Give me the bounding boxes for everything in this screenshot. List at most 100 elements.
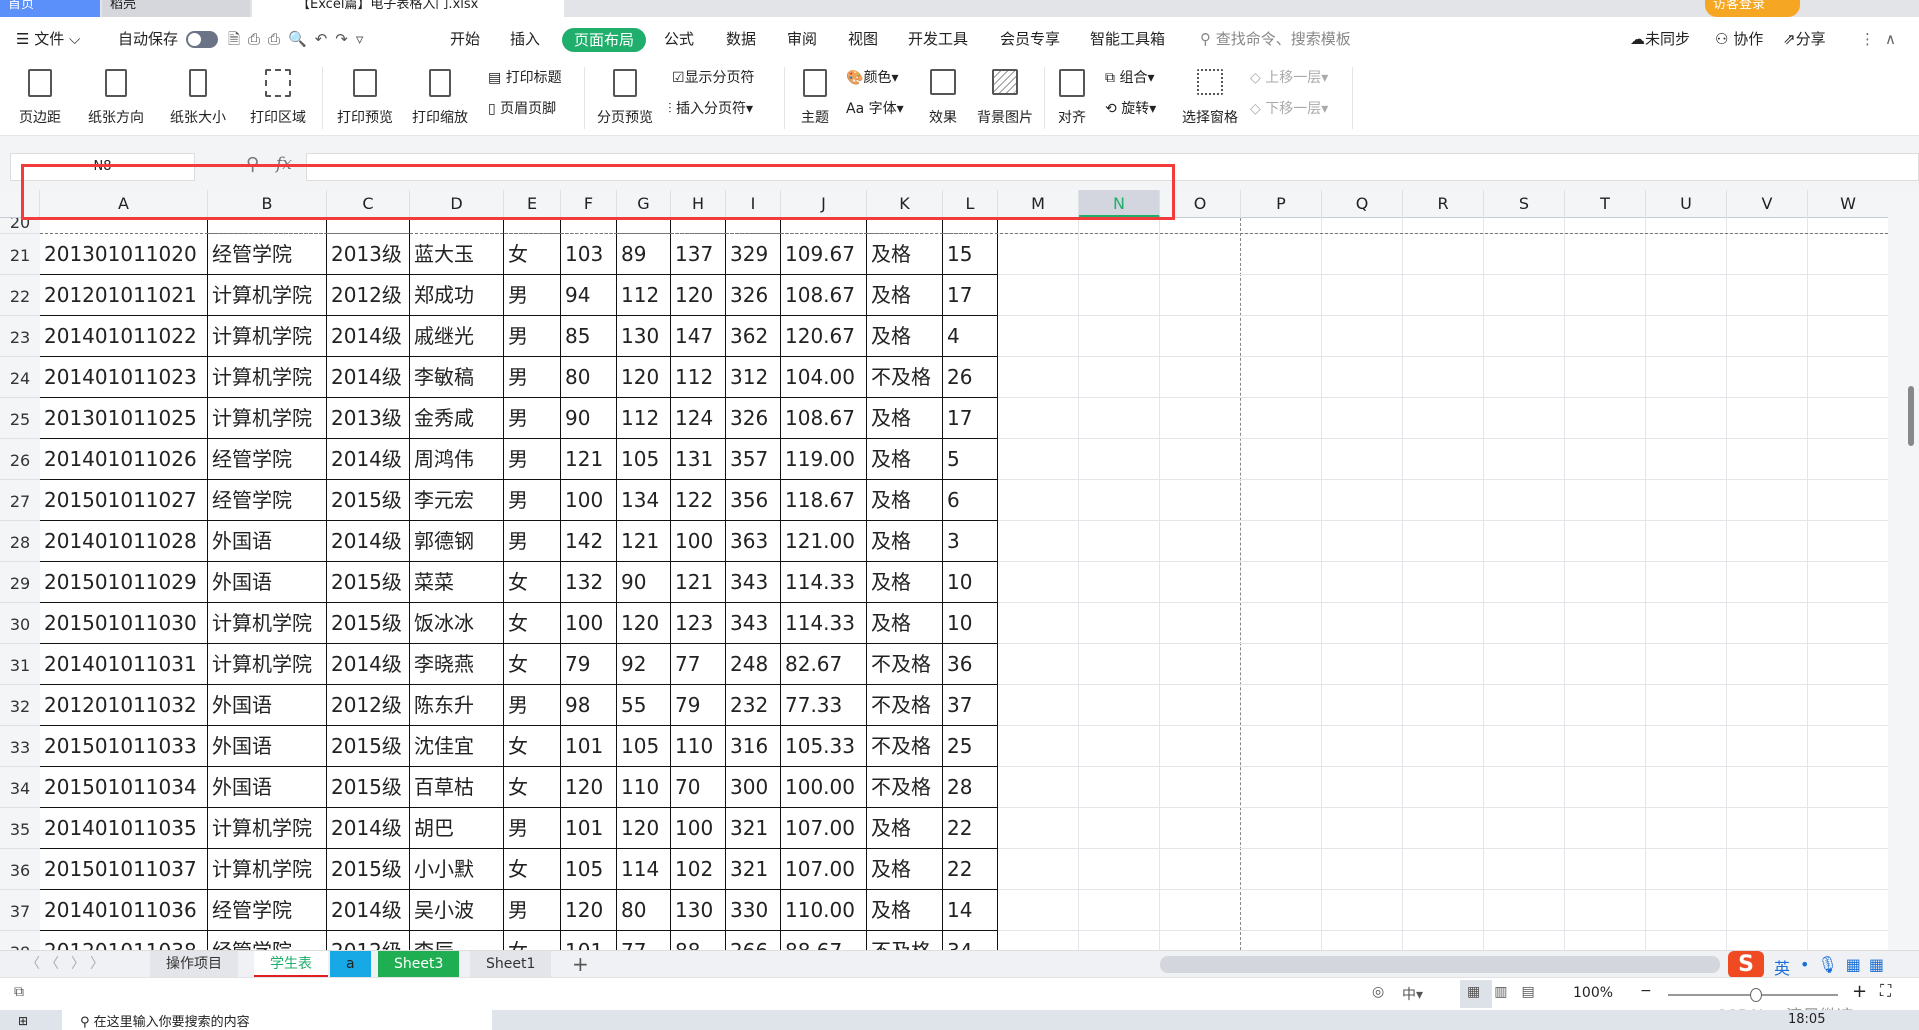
theme-button[interactable]: 主题: [790, 69, 840, 127]
cell-A21[interactable]: 201301011020: [40, 234, 208, 275]
cell-K35[interactable]: 及格: [867, 808, 943, 849]
cell-C26[interactable]: 2014级: [327, 439, 410, 480]
effects-button[interactable]: 效果: [918, 69, 968, 127]
column-header-V[interactable]: V: [1727, 190, 1808, 218]
vertical-scrollbar[interactable]: [1888, 190, 1919, 950]
cell-K22[interactable]: 及格: [867, 275, 943, 316]
row-header[interactable]: 36: [0, 849, 40, 890]
column-header-T[interactable]: T: [1565, 190, 1646, 218]
cell-A37[interactable]: 201401011036: [40, 890, 208, 931]
cell-A22[interactable]: 201201011021: [40, 275, 208, 316]
cell-D38[interactable]: 李辰: [410, 931, 504, 950]
cell-E31[interactable]: 女: [504, 644, 561, 685]
cell-K24[interactable]: 不及格: [867, 357, 943, 398]
cell-A33[interactable]: 201501011033: [40, 726, 208, 767]
cell-C35[interactable]: 2014级: [327, 808, 410, 849]
background-image-button[interactable]: 背景图片: [970, 69, 1040, 127]
cell-J21[interactable]: 109.67: [781, 234, 867, 275]
cell-A28[interactable]: 201401011028: [40, 521, 208, 562]
cell-H21[interactable]: 137: [671, 234, 726, 275]
cell-H36[interactable]: 102: [671, 849, 726, 890]
cell-A24[interactable]: 201401011023: [40, 357, 208, 398]
cell-K30[interactable]: 及格: [867, 603, 943, 644]
header-footer-button[interactable]: ▯ 页眉页脚: [488, 100, 556, 118]
cell-F25[interactable]: 90: [561, 398, 617, 439]
cell-L32[interactable]: 37: [943, 685, 998, 726]
cell-F23[interactable]: 85: [561, 316, 617, 357]
cell-C27[interactable]: 2015级: [327, 480, 410, 521]
cell-J25[interactable]: 108.67: [781, 398, 867, 439]
cell-J37[interactable]: 110.00: [781, 890, 867, 931]
cell-L28[interactable]: 3: [943, 521, 998, 562]
cell-C20[interactable]: [327, 218, 410, 234]
colors-button[interactable]: 🎨颜色▾: [846, 69, 898, 87]
cell-L38[interactable]: 34: [943, 931, 998, 950]
cell-I26[interactable]: 357: [726, 439, 781, 480]
cell-A38[interactable]: 201201011038: [40, 931, 208, 950]
print-titles-button[interactable]: ▤ 打印标题: [488, 69, 562, 87]
cell-F24[interactable]: 80: [561, 357, 617, 398]
cell-I32[interactable]: 232: [726, 685, 781, 726]
cell-G33[interactable]: 105: [617, 726, 671, 767]
sheet-tab[interactable]: Sheet1: [470, 951, 552, 978]
cell-C37[interactable]: 2014级: [327, 890, 410, 931]
more-icon[interactable]: ⋮: [1860, 29, 1875, 49]
cell-B37[interactable]: 经管学院: [208, 890, 327, 931]
cell-K23[interactable]: 及格: [867, 316, 943, 357]
cell-I37[interactable]: 330: [726, 890, 781, 931]
cell-I23[interactable]: 362: [726, 316, 781, 357]
cell-A20[interactable]: [40, 218, 208, 234]
cell-H33[interactable]: 110: [671, 726, 726, 767]
cell-B26[interactable]: 经管学院: [208, 439, 327, 480]
sheet-tab[interactable]: a: [330, 951, 371, 978]
cell-F22[interactable]: 94: [561, 275, 617, 316]
cell-D33[interactable]: 沈佳宜: [410, 726, 504, 767]
cell-L22[interactable]: 17: [943, 275, 998, 316]
cell-F20[interactable]: [561, 218, 617, 234]
cell-C21[interactable]: 2013级: [327, 234, 410, 275]
cell-G30[interactable]: 120: [617, 603, 671, 644]
tab-document[interactable]: 【Excel篇】电子表格入门.xlsx: [252, 0, 564, 17]
cell-E32[interactable]: 男: [504, 685, 561, 726]
cell-A32[interactable]: 201201011032: [40, 685, 208, 726]
menu-tab[interactable]: 视图: [848, 29, 878, 49]
cell-F26[interactable]: 121: [561, 439, 617, 480]
cell-L33[interactable]: 25: [943, 726, 998, 767]
view-mode-icons[interactable]: ▦▥▤: [1467, 984, 1549, 1000]
cell-L29[interactable]: 10: [943, 562, 998, 603]
cell-C23[interactable]: 2014级: [327, 316, 410, 357]
cell-F33[interactable]: 101: [561, 726, 617, 767]
cell-B23[interactable]: 计算机学院: [208, 316, 327, 357]
cell-J34[interactable]: 100.00: [781, 767, 867, 808]
cell-A25[interactable]: 201301011025: [40, 398, 208, 439]
clock[interactable]: 18:05: [1788, 1012, 1825, 1027]
row-header[interactable]: 30: [0, 603, 40, 644]
cell-L31[interactable]: 36: [943, 644, 998, 685]
row-header[interactable]: 35: [0, 808, 40, 849]
cell-I24[interactable]: 312: [726, 357, 781, 398]
row-header[interactable]: 26: [0, 439, 40, 480]
cell-E21[interactable]: 女: [504, 234, 561, 275]
column-header-R[interactable]: R: [1403, 190, 1484, 218]
column-header-Q[interactable]: Q: [1322, 190, 1403, 218]
row-header[interactable]: 20: [0, 218, 40, 234]
fonts-button[interactable]: Aa 字体▾: [846, 100, 904, 118]
cell-E37[interactable]: 男: [504, 890, 561, 931]
row-header[interactable]: 29: [0, 562, 40, 603]
column-header-U[interactable]: U: [1646, 190, 1727, 218]
cell-D22[interactable]: 郑成功: [410, 275, 504, 316]
cell-G25[interactable]: 112: [617, 398, 671, 439]
tab-home[interactable]: 首页: [0, 0, 100, 17]
cell-G35[interactable]: 120: [617, 808, 671, 849]
cell-C32[interactable]: 2012级: [327, 685, 410, 726]
sheet-tab[interactable]: Sheet3: [378, 951, 460, 978]
sheet-nav-buttons[interactable]: 〈〈〉〉: [10, 951, 132, 978]
cell-G28[interactable]: 121: [617, 521, 671, 562]
cell-G22[interactable]: 112: [617, 275, 671, 316]
cell-K37[interactable]: 及格: [867, 890, 943, 931]
zoom-slider-handle[interactable]: [1750, 988, 1762, 1002]
cell-I38[interactable]: 266: [726, 931, 781, 950]
menu-tab[interactable]: 开发工具: [908, 29, 968, 49]
cell-A26[interactable]: 201401011026: [40, 439, 208, 480]
cell-I25[interactable]: 326: [726, 398, 781, 439]
